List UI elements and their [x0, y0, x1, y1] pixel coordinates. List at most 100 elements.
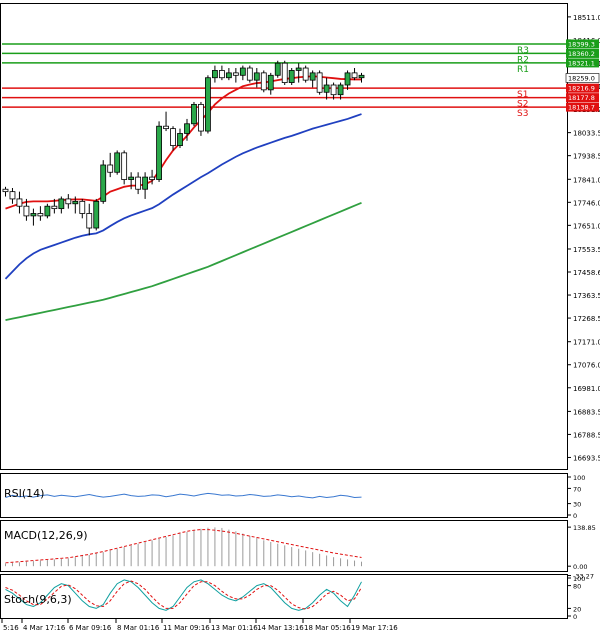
candle-body	[246, 67, 253, 81]
candle	[156, 121, 162, 182]
panel-y-tick-label: 30	[573, 501, 581, 509]
x-tick-label: 18 Mar 05:16	[304, 624, 351, 632]
candle	[260, 70, 267, 93]
candle-body	[37, 213, 44, 217]
panel-y-tick-label: 0	[573, 512, 577, 520]
panel-y-tick-label: 138.85	[573, 524, 596, 532]
candle-body	[135, 176, 142, 190]
y-tick-label: 18033.5	[573, 130, 600, 138]
candle-body	[253, 72, 260, 81]
candle-body	[212, 70, 218, 79]
candle-body	[142, 176, 149, 190]
level-name-r1: R1	[517, 65, 529, 75]
x-tick-label: 5:16	[3, 624, 19, 632]
candle-body	[225, 72, 232, 79]
candle-body	[274, 62, 281, 76]
y-tick-label: 17553.5	[573, 246, 600, 254]
candle	[274, 60, 281, 78]
candle-body	[72, 200, 79, 205]
candle-body	[232, 72, 239, 76]
panel-y-tick-label: 100	[573, 474, 585, 482]
candle-body	[260, 72, 267, 91]
candle-body	[100, 164, 107, 202]
x-tick-label: 11 Mar 09:16	[163, 624, 210, 632]
stoch-label: Stoch(9,6,3)	[4, 593, 72, 606]
candle-body	[58, 198, 65, 210]
candle-body	[170, 128, 176, 146]
candle	[302, 65, 309, 83]
y-tick-label: 17171.0	[573, 339, 600, 347]
candle	[121, 150, 128, 185]
candle-body	[156, 125, 162, 180]
candle	[114, 150, 121, 175]
candle-body	[288, 70, 295, 83]
candle-body	[9, 191, 16, 200]
candle	[205, 75, 211, 134]
candle-body	[309, 72, 316, 81]
candle-body	[344, 72, 351, 86]
candle-body	[191, 103, 197, 125]
candle-body	[198, 103, 204, 132]
level-price-label: 18321.1	[568, 59, 595, 67]
candle-body	[184, 123, 190, 134]
candle	[281, 60, 288, 85]
candle	[44, 203, 51, 219]
candle-body	[51, 205, 58, 210]
y-tick-label: 16883.5	[573, 408, 600, 416]
candle-body	[16, 198, 23, 207]
y-tick-label: 17363.5	[573, 292, 600, 300]
candle-body	[93, 200, 100, 229]
candle-body	[281, 62, 288, 83]
level-price-label: 18216.9	[568, 85, 595, 93]
candle-body	[358, 74, 365, 79]
level-price-label: 18177.8	[568, 94, 595, 102]
candle-body	[44, 205, 51, 217]
y-tick-label: 16981.0	[573, 385, 600, 393]
candle-body	[316, 72, 323, 93]
candle	[198, 101, 204, 136]
candle-body	[128, 176, 135, 180]
level-price-label: 18138.7	[568, 104, 595, 112]
candle-body	[351, 72, 358, 79]
panel-y-tick-label: 0.00	[573, 563, 587, 571]
x-tick-label: 8 Mar 01:16	[117, 624, 160, 632]
candle-body	[114, 152, 121, 173]
candle	[93, 198, 100, 231]
candle	[100, 160, 107, 204]
chart-area: 18511.018416.018321.118226.118131.218033…	[0, 0, 600, 633]
x-tick-label: 4 Mar 17:16	[23, 624, 66, 632]
y-tick-label: 17076.0	[573, 362, 600, 370]
candle-body	[295, 67, 302, 71]
candle	[191, 101, 197, 127]
candle-body	[30, 213, 37, 217]
x-tick-label: 14 Mar 13:16	[257, 624, 304, 632]
macd-label: MACD(12,26,9)	[4, 529, 88, 542]
last-price-label: 18259.0	[568, 74, 595, 82]
x-tick-label: 6 Mar 09:16	[69, 624, 112, 632]
panel-y-tick-label: 0	[573, 613, 577, 621]
candle-body	[205, 77, 211, 132]
y-tick-label: 16788.5	[573, 431, 600, 439]
candle-body	[23, 205, 30, 217]
candle-body	[149, 176, 155, 180]
x-tick-label: 13 Mar 01:16	[211, 624, 258, 632]
y-tick-label: 17651.0	[573, 222, 600, 230]
candle-body	[323, 84, 330, 93]
rsi-label: RSI(14)	[4, 487, 44, 500]
y-tick-label: 17938.5	[573, 153, 600, 161]
candle-body	[337, 84, 344, 96]
y-tick-label: 17746.0	[573, 199, 600, 207]
candle-body	[330, 84, 337, 96]
candle-body	[121, 152, 128, 180]
y-tick-label: 17268.5	[573, 315, 600, 323]
candle-body	[239, 67, 246, 76]
candle-body	[177, 133, 183, 146]
candle-body	[218, 70, 225, 79]
y-tick-label: 16693.5	[573, 454, 600, 462]
candle-body	[2, 188, 9, 193]
y-tick-label: 17841.0	[573, 176, 600, 184]
level-name-s3: S3	[517, 109, 528, 119]
candle-body	[163, 125, 169, 130]
candle-body	[267, 74, 274, 91]
candle-body	[86, 213, 93, 229]
